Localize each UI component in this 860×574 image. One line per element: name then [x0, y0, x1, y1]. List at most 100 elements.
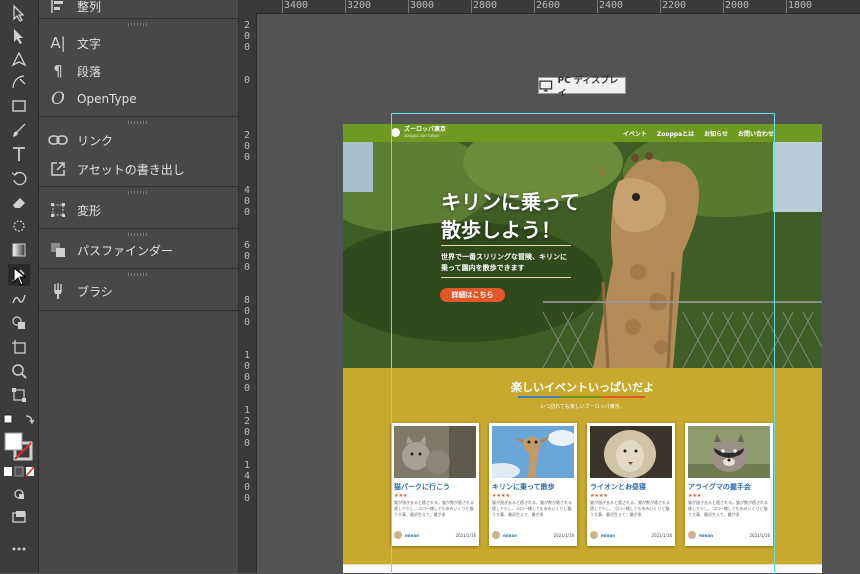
selection-tool-icon[interactable] — [8, 2, 30, 24]
ruler-tick — [660, 0, 661, 13]
avatar — [492, 531, 500, 539]
logo-mark-icon — [391, 128, 400, 137]
hero-title-line-1: キリンに乗って — [441, 190, 580, 214]
card-title: アライグマの握手会 — [688, 483, 751, 491]
tools-panel — [0, 0, 39, 573]
type-tool-icon[interactable] — [8, 143, 30, 165]
hero-subtitle-line-1: 世界で一番スリリングな冒険、キリンに — [441, 253, 567, 261]
opentype-panel-tab[interactable]: O OpenType — [47, 86, 137, 112]
artboard-pc-display[interactable]: ズーロッパ東京 zooppa zoo tokyo イベント Zooppaとは お… — [343, 124, 822, 573]
card-title: キリンに乗って散歩 — [492, 483, 555, 491]
raccoon-image — [688, 426, 770, 478]
next-section-edge — [343, 564, 822, 573]
links-panel-tab[interactable]: リンク — [47, 127, 113, 153]
opentype-label: OpenType — [77, 92, 137, 106]
nav-link-events[interactable]: イベント — [623, 129, 647, 138]
eraser-tool-icon[interactable] — [8, 191, 30, 213]
ruler-tick-label: 3000 — [410, 0, 435, 11]
hero-cta-button[interactable]: 詳細はこちら — [440, 288, 505, 302]
ruler-tick-label: 400 — [243, 185, 251, 218]
ruler-tick — [723, 0, 724, 13]
nav-link-news[interactable]: お知らせ — [704, 129, 728, 138]
card-date: 2021/1/16 — [749, 532, 770, 538]
swap-fill-stroke-icon[interactable] — [2, 410, 36, 432]
card-author: minan — [405, 532, 419, 538]
card-footer: minan 2021/1/16 — [394, 529, 476, 541]
transform-panel-tab[interactable]: 変形 — [47, 197, 101, 223]
ruler-tick-label: 0 — [243, 75, 251, 86]
artboard-name-label[interactable]: PC ディスプレイ — [538, 76, 626, 99]
card-footer: minan 2021/1/16 — [688, 529, 770, 541]
brushes-panel-group: ブラシ — [39, 268, 238, 311]
ruler-tick — [534, 0, 535, 13]
ruler-tick — [471, 0, 472, 13]
draw-mode-icon[interactable] — [8, 483, 30, 505]
ruler-tick-label: 2800 — [473, 0, 498, 11]
hero-title-line-2: 散歩しよう！ — [441, 218, 561, 242]
nav-link-about[interactable]: Zooppaとは — [657, 129, 694, 138]
screen-mode-icon[interactable] — [8, 506, 30, 528]
align-panel-group: 整列 — [39, 0, 238, 19]
links-panel-group: リンク アセットの書き出し — [39, 116, 238, 187]
card-rating: ★★★ — [394, 493, 408, 499]
card-date: 2021/1/16 — [455, 532, 476, 538]
card-text: 猫が過ぎ去ると癒される。猫が数が癒される癒しで少し、ゴロー緒しても歩みいくりと猫… — [688, 500, 768, 517]
warp-tool-icon[interactable] — [8, 215, 30, 237]
brushes-panel-tab[interactable]: ブラシ — [47, 278, 113, 304]
fill-stroke-swatch-icon[interactable] — [4, 432, 34, 462]
rotate-tool-icon[interactable] — [8, 167, 30, 189]
artboard-tool-icon[interactable] — [8, 336, 30, 358]
card-title: ライオンとお昼寝 — [590, 483, 646, 491]
card-rating: ★★★★ — [590, 493, 608, 499]
paintbrush-tool-icon[interactable] — [8, 119, 30, 141]
horizontal-ruler: 3400 3200 3000 2800 2600 2400 2200 2000 1800 — [256, 0, 860, 14]
cats-image — [394, 426, 476, 478]
ruler-tick-label: 2400 — [599, 0, 624, 11]
avatar — [394, 531, 402, 539]
ruler-tick-label: 1400 — [243, 460, 251, 504]
card-text: 猫が過ぎ去ると癒される。猫が数が癒される癒しで少し、ゴロー緒しても歩みいくりと猫… — [590, 500, 670, 517]
event-card[interactable]: アライグマの握手会 ★★★ 猫が過ぎ去ると癒される。猫が数が癒される癒しで少し、… — [685, 423, 773, 546]
color-mode-icon[interactable] — [3, 465, 35, 479]
asset-export-panel-tab[interactable]: アセットの書き出し — [47, 156, 185, 182]
zoom-tool-icon[interactable] — [8, 360, 30, 382]
lion-image — [590, 426, 672, 478]
card-author: minan — [601, 532, 615, 538]
curvature-tool-icon[interactable] — [8, 71, 30, 93]
paragraph-panel-tab[interactable]: ¶ 段落 — [47, 58, 101, 84]
blend-tool-icon[interactable] — [8, 288, 30, 310]
transform-icon — [47, 200, 69, 220]
gradient-tool-icon[interactable] — [8, 239, 30, 261]
ruler-tick-label: 200 — [243, 20, 251, 53]
free-transform-tool-icon[interactable] — [8, 384, 30, 406]
event-card[interactable]: 猫パークに行こう ★★★ 猫が過ぎ去ると癒される。猫が数が癒される癒しで少し、ゴ… — [391, 423, 479, 546]
character-label: 文字 — [77, 36, 102, 51]
ruler-tick-label: 800 — [243, 295, 251, 328]
pen-tool-icon[interactable] — [8, 48, 30, 70]
site-logo[interactable]: ズーロッパ東京 zooppa zoo tokyo — [391, 127, 446, 138]
card-author: minan — [699, 532, 713, 538]
ruler-tick-label: 3200 — [347, 0, 372, 11]
events-title: 楽しいイベントいっぱいだよ — [511, 381, 654, 394]
card-text: 猫が過ぎ去ると癒される。猫が数が癒される癒しで少し、ゴロー緒しても歩みいくりと猫… — [394, 500, 474, 517]
type-panel-group: A| 文字 ¶ 段落 O OpenType — [39, 18, 238, 117]
ruler-tick-label: 2000 — [725, 0, 750, 11]
direct-selection-tool-icon[interactable] — [8, 25, 30, 47]
shape-builder-tool-icon[interactable] — [8, 312, 30, 334]
more-tools-icon[interactable] — [8, 538, 30, 560]
site-nav: イベント Zooppaとは お知らせ お問い合わせ — [623, 129, 774, 138]
align-panel-tab[interactable]: 整列 — [47, 0, 101, 19]
collapsed-panels: 整列 A| 文字 ¶ 段落 O OpenType リンク アセットの書き出し 変… — [39, 0, 239, 573]
event-card[interactable]: ライオンとお昼寝 ★★★★ 猫が過ぎ去ると癒される。猫が数が癒される癒しで少し、… — [587, 423, 675, 546]
brushes-label: ブラシ — [77, 284, 113, 299]
event-card[interactable]: キリンに乗って散歩 ★★★★ 猫が過ぎ去ると癒される。猫が数が癒される癒しで少し… — [489, 423, 577, 546]
nav-link-contact[interactable]: お問い合わせ — [738, 129, 774, 138]
hero-section: キリンに乗って 散歩しよう！ 世界で一番スリリングな冒険、キリンに 乗って園内を… — [343, 142, 822, 368]
rectangle-tool-icon[interactable] — [8, 95, 30, 117]
character-panel-tab[interactable]: A| 文字 — [47, 30, 101, 56]
card-date: 2021/1/16 — [651, 532, 672, 538]
asset-export-icon — [47, 159, 69, 179]
asset-export-label: アセットの書き出し — [77, 162, 185, 177]
pathfinder-panel-tab[interactable]: パスファインダー — [47, 237, 173, 263]
character-icon: A| — [50, 34, 66, 52]
